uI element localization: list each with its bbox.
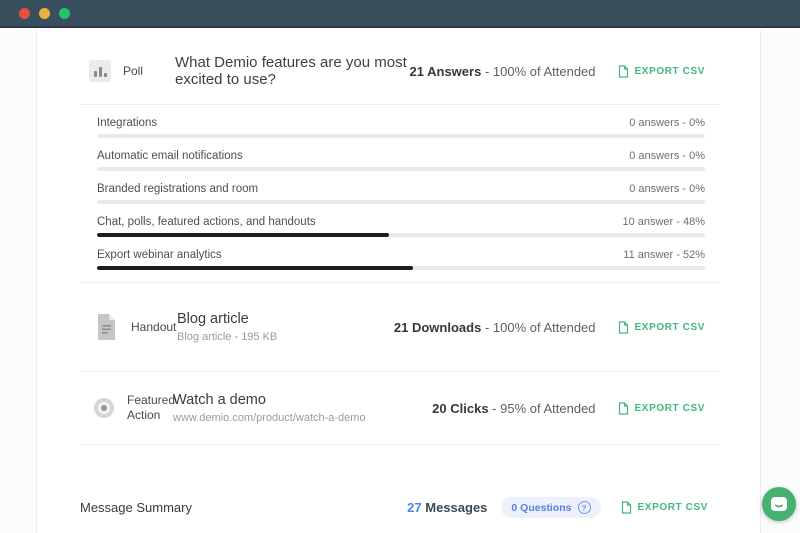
message-summary-row: Message Summary 27 Messages 0 Questions …: [80, 497, 720, 518]
poll-option-label: Chat, polls, featured actions, and hando…: [97, 216, 316, 228]
chat-bubble-icon: [770, 496, 788, 512]
poll-attended-percent: - 100% of Attended: [485, 64, 596, 79]
close-window-button[interactable]: [19, 8, 30, 19]
poll-option-result: 0 answers - 0%: [629, 117, 705, 129]
minimize-window-button[interactable]: [39, 8, 50, 19]
handout-type-label: Handout: [131, 320, 176, 335]
poll-option-label: Integrations: [97, 117, 157, 129]
poll-section-header: Poll What Demio features are you most ex…: [80, 30, 720, 104]
featured-action-section: Featured Action Watch a demo www.demio.c…: [80, 372, 720, 444]
featured-action-type-label: Featured Action: [127, 393, 172, 423]
poll-options-list: Integrations 0 answers - 0% Automatic em…: [80, 105, 720, 282]
file-icon: [618, 321, 629, 334]
file-icon: [618, 65, 629, 78]
featured-action-export-csv-button[interactable]: EXPORT CSV: [618, 402, 705, 415]
poll-option-label: Automatic email notifications: [97, 150, 243, 162]
handout-export-csv-button[interactable]: EXPORT CSV: [618, 321, 705, 334]
poll-option-result: 0 answers - 0%: [629, 150, 705, 162]
document-icon: [95, 313, 118, 341]
poll-option-bar-track: [97, 266, 705, 270]
messages-count: 27 Messages: [407, 500, 487, 515]
poll-option-row: Chat, polls, featured actions, and hando…: [97, 204, 705, 237]
analytics-panel: Poll What Demio features are you most ex…: [80, 30, 720, 518]
handout-stats: 21 Downloads - 100% of Attended: [394, 320, 596, 335]
poll-option-result: 10 answer - 48%: [622, 216, 705, 228]
poll-stats: 21 Answers - 100% of Attended: [410, 64, 596, 79]
featured-action-url: www.demio.com/product/watch-a-demo: [173, 412, 366, 424]
poll-export-csv-button[interactable]: EXPORT CSV: [618, 65, 705, 78]
export-csv-label: EXPORT CSV: [638, 502, 708, 513]
poll-question: What Demio features are you most excited…: [175, 54, 410, 88]
handout-title: Blog article: [177, 311, 277, 327]
messages-export-csv-button[interactable]: EXPORT CSV: [621, 501, 708, 514]
featured-action-stats: 20 Clicks - 95% of Attended: [432, 401, 595, 416]
featured-action-attended-percent: - 95% of Attended: [492, 401, 595, 416]
poll-option-label: Branded registrations and room: [97, 183, 258, 195]
questions-badge[interactable]: 0 Questions ?: [501, 497, 600, 518]
right-page-gutter: [760, 30, 800, 533]
file-icon: [621, 501, 632, 514]
export-csv-label: EXPORT CSV: [635, 66, 705, 77]
questions-badge-label: 0 Questions: [511, 502, 571, 514]
file-icon: [618, 402, 629, 415]
poll-option-row: Automatic email notifications 0 answers …: [97, 138, 705, 171]
export-csv-label: EXPORT CSV: [635, 403, 705, 414]
featured-action-title: Watch a demo: [173, 392, 366, 408]
featured-action-clicks-count: 20 Clicks: [432, 401, 488, 416]
export-csv-label: EXPORT CSV: [635, 322, 705, 333]
poll-option-result: 11 answer - 52%: [623, 249, 705, 261]
message-summary-title: Message Summary: [80, 500, 192, 515]
chat-widget-button[interactable]: [762, 487, 796, 521]
poll-option-row: Export webinar analytics 11 answer - 52%: [97, 237, 705, 270]
handout-file-info: Blog article - 195 KB: [177, 331, 277, 343]
target-icon: [94, 398, 114, 418]
handout-section: Handout Blog article Blog article - 195 …: [80, 283, 720, 371]
left-page-gutter: [0, 30, 37, 533]
poll-option-label: Export webinar analytics: [97, 249, 222, 261]
poll-answers-count: 21 Answers: [410, 64, 482, 79]
poll-option-row: Integrations 0 answers - 0%: [97, 105, 705, 138]
question-circle-icon[interactable]: ?: [578, 501, 591, 514]
window-titlebar: [0, 0, 800, 28]
messages-number: 27: [407, 500, 421, 515]
poll-option-result: 0 answers - 0%: [629, 183, 705, 195]
handout-downloads-count: 21 Downloads: [394, 320, 481, 335]
bar-chart-icon: [89, 60, 111, 82]
divider: [80, 444, 720, 445]
poll-option-row: Branded registrations and room 0 answers…: [97, 171, 705, 204]
poll-type-label: Poll: [123, 64, 168, 79]
messages-label: Messages: [425, 500, 487, 515]
handout-attended-percent: - 100% of Attended: [485, 320, 596, 335]
zoom-window-button[interactable]: [59, 8, 70, 19]
poll-option-bar-fill: [97, 266, 413, 270]
